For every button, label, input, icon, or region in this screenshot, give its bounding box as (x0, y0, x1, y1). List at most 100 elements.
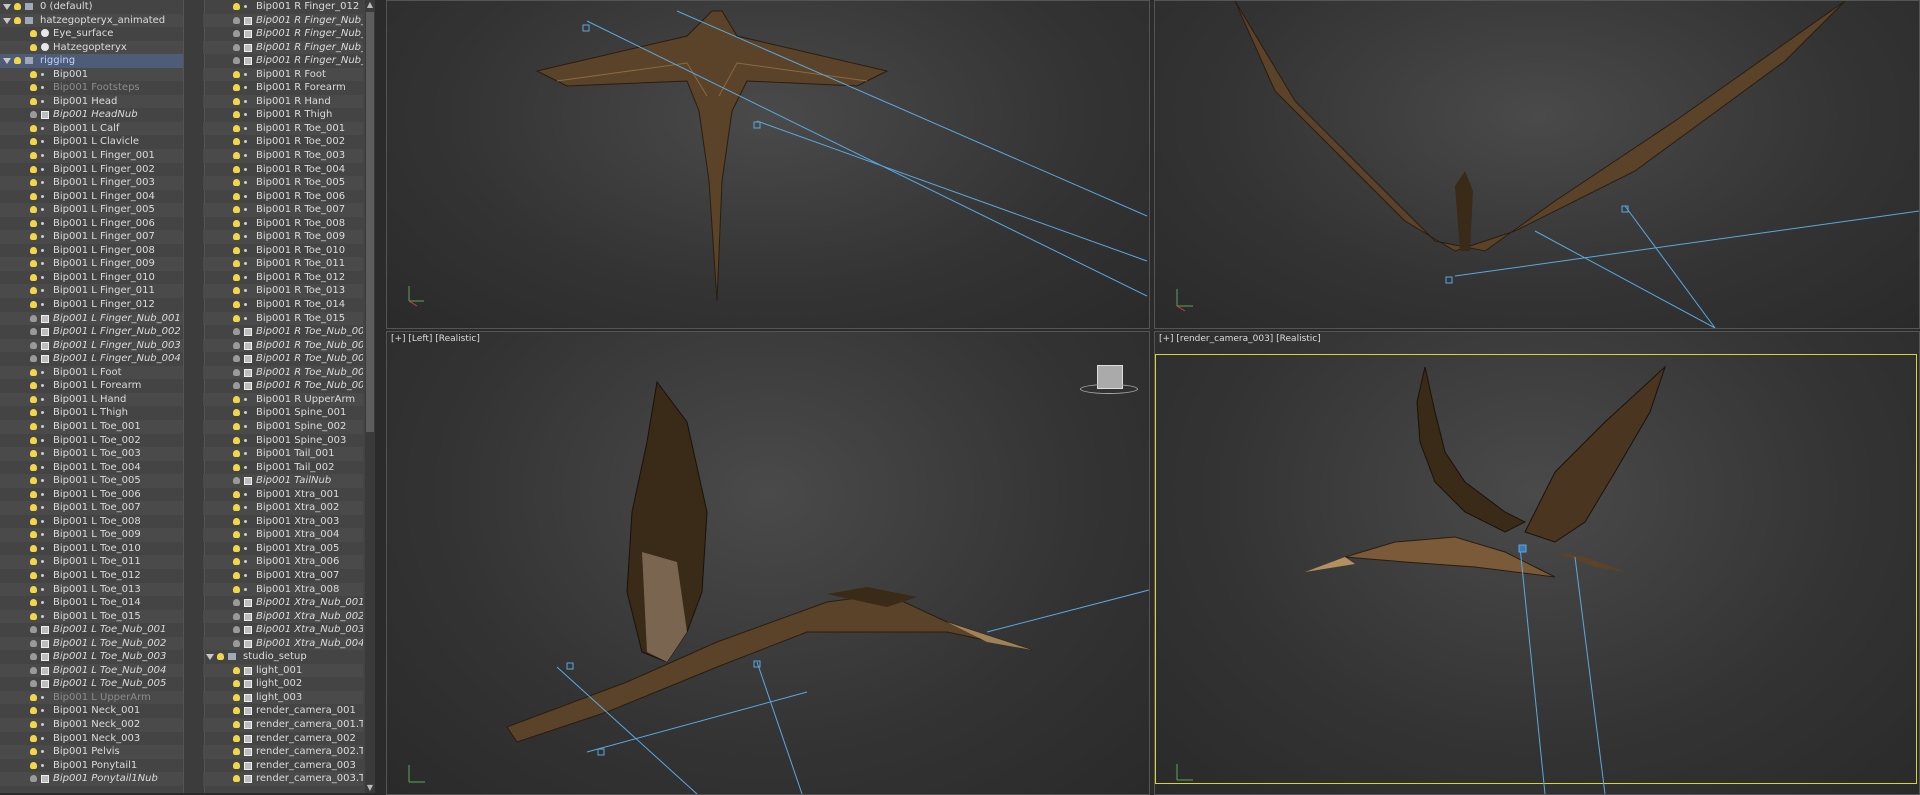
visibility-bulb-icon[interactable] (233, 84, 240, 92)
visibility-bulb-icon[interactable] (233, 720, 240, 728)
visibility-bulb-icon[interactable] (233, 531, 240, 539)
scene-tree-row[interactable]: Bip001 R Toe_015 (203, 311, 363, 326)
scene-tree-row[interactable]: Bip001 R Toe_005 (203, 176, 363, 190)
visibility-bulb-icon[interactable] (233, 409, 240, 417)
scene-tree-row[interactable]: Bip001 R Foot (203, 67, 363, 82)
scene-tree-row[interactable]: Bip001 (0, 67, 183, 82)
visibility-bulb-icon[interactable] (233, 558, 240, 566)
visibility-bulb-icon[interactable] (30, 192, 37, 200)
scene-tree-row[interactable]: Bip001 Spine_002 (203, 419, 363, 434)
visibility-bulb-icon[interactable] (30, 775, 37, 783)
visibility-bulb-icon[interactable] (14, 57, 21, 65)
scene-tree-row[interactable]: Bip001 L Toe_Nub_005 (0, 677, 183, 691)
visibility-bulb-icon[interactable] (30, 639, 37, 647)
visibility-bulb-icon[interactable] (233, 355, 240, 363)
scene-tree-row[interactable]: light_002 (203, 677, 363, 691)
scene-tree-row[interactable]: Bip001 Tail_002 (203, 461, 363, 475)
scene-tree-row[interactable]: Bip001 R Toe_003 (203, 149, 363, 163)
visibility-bulb-icon[interactable] (233, 504, 240, 512)
visibility-bulb-icon[interactable] (30, 233, 37, 241)
visibility-bulb-icon[interactable] (30, 463, 37, 471)
visibility-bulb-icon[interactable] (30, 314, 37, 322)
visibility-bulb-icon[interactable] (30, 761, 37, 769)
scene-tree-row[interactable]: Bip001 L Finger_004 (0, 190, 183, 204)
scene-tree-row[interactable]: Bip001 Footsteps (0, 81, 183, 95)
scrollbar-thumb[interactable] (366, 12, 374, 432)
scene-tree-row[interactable]: Bip001 Xtra_007 (203, 569, 363, 583)
visibility-bulb-icon[interactable] (30, 558, 37, 566)
scene-tree-row[interactable]: light_003 (203, 690, 363, 705)
scene-tree-row[interactable]: studio_setup (203, 650, 363, 664)
visibility-bulb-icon[interactable] (30, 653, 37, 661)
visibility-bulb-icon[interactable] (30, 260, 37, 268)
visibility-bulb-icon[interactable] (30, 301, 37, 309)
scene-tree-row[interactable]: Bip001 R Toe_014 (203, 298, 363, 312)
scene-tree-row[interactable]: Bip001 Neck_001 (0, 704, 183, 718)
visibility-bulb-icon[interactable] (30, 612, 37, 620)
visibility-bulb-icon[interactable] (30, 409, 37, 417)
visibility-bulb-icon[interactable] (30, 490, 37, 498)
scene-tree-row[interactable]: Bip001 L Toe_002 (0, 434, 183, 448)
scene-tree-row[interactable]: Bip001 R Toe_001 (203, 121, 363, 136)
visibility-bulb-icon[interactable] (233, 70, 240, 78)
visibility-bulb-icon[interactable] (233, 463, 240, 471)
visibility-bulb-icon[interactable] (233, 273, 240, 281)
scene-tree-row[interactable]: Bip001 L Calf (0, 121, 183, 136)
scene-tree-row[interactable]: Bip001 R Finger_Nub_001 (203, 13, 363, 28)
visibility-bulb-icon[interactable] (233, 30, 240, 38)
visibility-bulb-icon[interactable] (233, 680, 240, 688)
scene-tree-row[interactable]: render_camera_001.Target (203, 717, 363, 732)
visibility-bulb-icon[interactable] (30, 341, 37, 349)
visibility-bulb-icon[interactable] (30, 152, 37, 160)
visibility-bulb-icon[interactable] (30, 138, 37, 146)
visibility-bulb-icon[interactable] (233, 395, 240, 403)
visibility-bulb-icon[interactable] (233, 734, 240, 742)
scene-tree-row[interactable]: light_001 (203, 663, 363, 678)
scene-tree-row[interactable]: Bip001 L UpperArm (0, 690, 183, 705)
scene-tree-row[interactable]: Bip001 Ponytail1 (0, 759, 183, 773)
scene-tree-row[interactable]: render_camera_003.Target (203, 772, 363, 786)
visibility-bulb-icon[interactable] (30, 707, 37, 715)
visibility-bulb-icon[interactable] (233, 517, 240, 525)
scene-tree-row[interactable]: rigging (0, 54, 183, 68)
viewport-perspective[interactable] (1154, 0, 1920, 329)
scene-tree-row[interactable]: Bip001 L Finger_009 (0, 257, 183, 271)
visibility-bulb-icon[interactable] (233, 748, 240, 756)
visibility-bulb-icon[interactable] (30, 124, 37, 132)
scene-tree-row[interactable]: Bip001 R Toe_009 (203, 230, 363, 244)
visibility-bulb-icon[interactable] (217, 653, 224, 661)
visibility-bulb-icon[interactable] (233, 124, 240, 132)
visibility-bulb-icon[interactable] (30, 395, 37, 403)
visibility-bulb-icon[interactable] (30, 219, 37, 227)
visibility-bulb-icon[interactable] (30, 450, 37, 458)
scene-tree-row[interactable]: 0 (default) (0, 0, 183, 14)
scene-tree-row[interactable]: Bip001 L Toe_013 (0, 582, 183, 597)
viewport-front[interactable] (386, 0, 1150, 329)
scene-tree-row[interactable]: Bip001 L Toe_007 (0, 501, 183, 515)
scene-tree-row[interactable]: Bip001 L Toe_003 (0, 447, 183, 461)
scene-tree-row[interactable]: Bip001 L Toe_Nub_004 (0, 663, 183, 678)
visibility-bulb-icon[interactable] (233, 571, 240, 579)
scene-tree-row[interactable]: Bip001 L Finger_Nub_003 (0, 338, 183, 353)
visibility-bulb-icon[interactable] (233, 477, 240, 485)
scene-tree-row[interactable]: Bip001 Ponytail1Nub (0, 772, 183, 786)
scene-tree-row[interactable]: Bip001 L Finger_Nub_001 (0, 311, 183, 326)
scene-tree-row[interactable]: hatzegopteryx_animated (0, 13, 183, 28)
visibility-bulb-icon[interactable] (30, 382, 37, 390)
scene-tree-row[interactable]: Bip001 Tail_001 (203, 447, 363, 461)
visibility-bulb-icon[interactable] (233, 639, 240, 647)
scene-tree-row[interactable]: Bip001 L Hand (0, 392, 183, 407)
visibility-bulb-icon[interactable] (233, 57, 240, 65)
viewport-left[interactable]: [+] [Left] [Realistic] (386, 331, 1150, 795)
visibility-bulb-icon[interactable] (30, 30, 37, 38)
scene-tree-row[interactable]: Bip001 R Toe_Nub_005 (203, 379, 363, 393)
visibility-bulb-icon[interactable] (233, 450, 240, 458)
scene-tree-row[interactable]: Bip001 R Toe_004 (203, 163, 363, 177)
visibility-bulb-icon[interactable] (30, 748, 37, 756)
scene-tree-row[interactable]: Bip001 Neck_002 (0, 717, 183, 732)
scene-tree-row[interactable]: Bip001 R Toe_008 (203, 217, 363, 231)
scene-tree-row[interactable]: Bip001 L Toe_Nub_003 (0, 650, 183, 664)
scene-tree-row[interactable]: Bip001 L Finger_002 (0, 163, 183, 177)
scene-tree-row[interactable]: Bip001 L Finger_008 (0, 244, 183, 258)
scene-tree-row[interactable]: Bip001 L Finger_Nub_004 (0, 352, 183, 366)
